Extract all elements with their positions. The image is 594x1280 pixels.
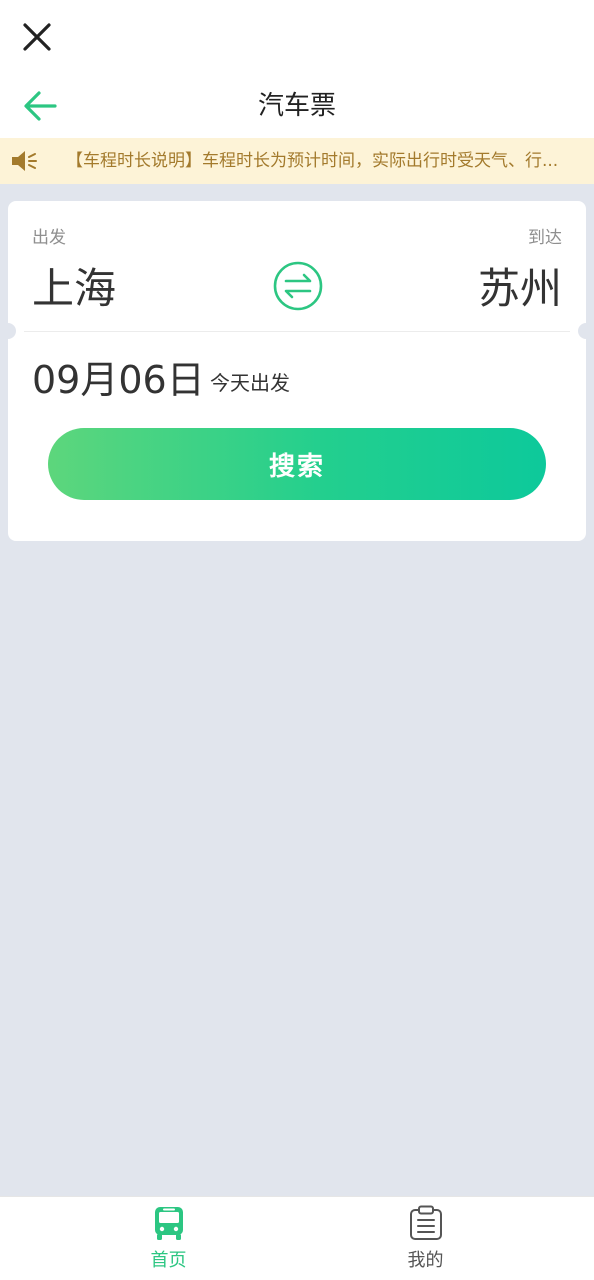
departure-date[interactable]: 09月06日 [32, 355, 205, 405]
app-screen: 汽车票 【车程时长说明】车程时长为预计时间，实际出行时受天气、行... 出发 到… [0, 0, 594, 1280]
search-card: 出发 到达 上海 苏州 09月06日 今天出发 搜索 [0, 201, 594, 541]
depart-label: 出发 [32, 228, 66, 248]
bus-icon [154, 1207, 183, 1240]
tab-mine[interactable]: 我的 [277, 1197, 574, 1280]
from-city[interactable]: 上海 [32, 261, 116, 317]
header: 汽车票 [0, 74, 594, 138]
date-note: 今天出发 [210, 371, 290, 395]
notice-bar[interactable]: 【车程时长说明】车程时长为预计时间，实际出行时受天气、行... [0, 138, 594, 184]
page-title: 汽车票 [257, 91, 336, 121]
divider [24, 331, 570, 332]
tab-home-label: 首页 [150, 1250, 187, 1271]
tab-home[interactable]: 首页 [20, 1197, 317, 1280]
bottom-tabbar: 首页 我的 [0, 1196, 594, 1280]
top-bar [0, 0, 594, 74]
card-notch-right [578, 323, 594, 339]
close-icon[interactable] [20, 20, 54, 54]
arrive-label: 到达 [528, 228, 562, 248]
notice-text: 【车程时长说明】车程时长为预计时间，实际出行时受天气、行... [66, 151, 559, 171]
card-notch-left [0, 323, 16, 339]
clipboard-icon [409, 1205, 442, 1240]
tab-mine-label: 我的 [407, 1250, 444, 1271]
search-button[interactable]: 搜索 [48, 428, 546, 500]
swap-icon[interactable] [272, 260, 324, 312]
to-city[interactable]: 苏州 [478, 261, 562, 317]
speaker-icon [12, 151, 37, 171]
